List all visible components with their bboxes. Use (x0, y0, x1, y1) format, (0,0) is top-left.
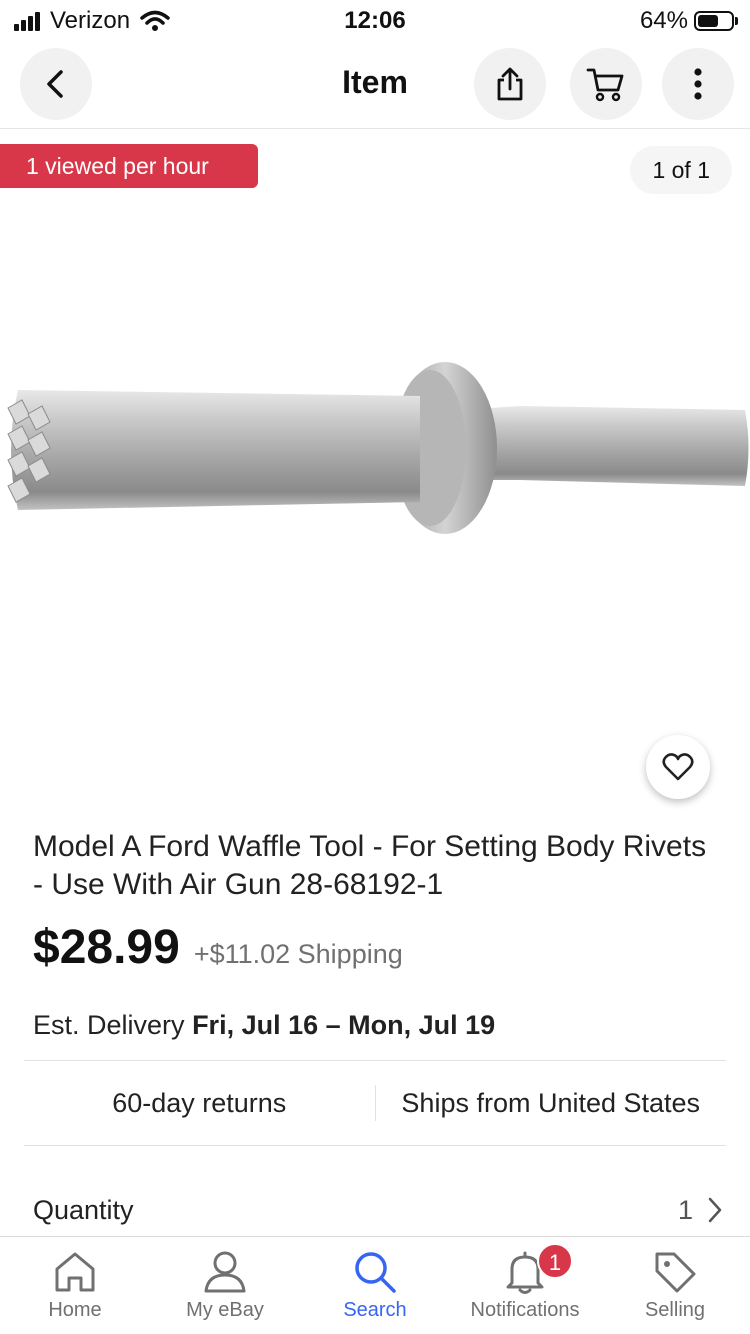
returns-info: 60-day returns (112, 1087, 287, 1118)
status-bar: Verizon 12:06 64% (0, 0, 750, 40)
price-row: $28.99 +$11.02 Shipping (33, 920, 403, 975)
share-button[interactable] (474, 48, 546, 120)
quantity-value: 1 (677, 1194, 693, 1225)
tab-my-ebay-label: My eBay (186, 1299, 264, 1321)
returns-shipping-row: 60-day returns Ships from United States (24, 1060, 726, 1146)
image-counter: 1 of 1 (630, 146, 732, 194)
battery-tip (735, 17, 738, 25)
notification-count-badge: 1 (537, 1243, 573, 1279)
more-button[interactable] (662, 48, 734, 120)
shipping-cost: +$11.02 Shipping (193, 939, 403, 969)
person-icon (204, 1251, 246, 1293)
nav-bar: Item (0, 40, 750, 129)
item-price: $28.99 (33, 921, 180, 974)
item-title: Model A Ford Waffle Tool - For Setting B… (33, 830, 707, 901)
tab-home[interactable]: Home (0, 1237, 150, 1334)
home-icon (55, 1252, 95, 1292)
battery-icon (694, 11, 734, 31)
clock: 12:06 (344, 7, 406, 34)
battery-percent: 64% (639, 7, 688, 34)
quantity-value-group: 1 (678, 1195, 723, 1226)
search-icon (355, 1252, 396, 1293)
tab-my-ebay[interactable]: My eBay (150, 1237, 300, 1334)
cart-button[interactable] (570, 48, 642, 120)
tab-home-label: Home (48, 1299, 102, 1321)
views-badge: 1 viewed per hour (0, 144, 258, 188)
tab-notifications-label: Notifications (470, 1299, 580, 1321)
tab-search[interactable]: Search (300, 1237, 450, 1334)
tag-icon (655, 1252, 696, 1293)
share-icon (497, 67, 523, 101)
heart-icon (662, 753, 694, 781)
delivery-label: Est. Delivery (33, 1010, 185, 1040)
battery-group: 64% (640, 7, 738, 35)
product-image[interactable] (0, 330, 750, 560)
more-icon (694, 68, 702, 100)
quantity-selector[interactable]: Quantity 1 (33, 1188, 723, 1232)
quantity-label: Quantity (33, 1194, 134, 1225)
tab-notifications[interactable]: 1 Notifications (450, 1237, 600, 1334)
item-page: Verizon 12:06 64% Item 1 viewed per hour… (0, 0, 750, 1334)
tab-bar: Home My eBay Search 1 Notifications Sell… (0, 1236, 750, 1334)
estimated-delivery: Est. Delivery Fri, Jul 16 – Mon, Jul 19 (33, 1010, 495, 1041)
delivery-dates: Fri, Jul 16 – Mon, Jul 19 (192, 1010, 496, 1040)
tab-search-label: Search (343, 1299, 407, 1321)
ships-from-info: Ships from United States (401, 1087, 701, 1118)
tab-selling-label: Selling (644, 1299, 706, 1321)
tab-selling[interactable]: Selling (600, 1237, 750, 1334)
chevron-right-icon (708, 1197, 722, 1223)
watch-button[interactable] (646, 735, 710, 799)
cart-icon (586, 68, 624, 102)
battery-fill (698, 15, 718, 27)
